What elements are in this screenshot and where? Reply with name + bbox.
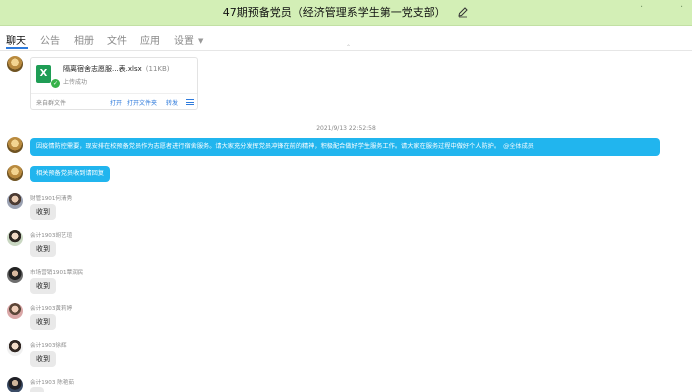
file-card[interactable]: X ✓ 隔离宿舍志愿服...表.xlsx (11KB) 上传成功 来自群文件 打开…: [30, 57, 198, 110]
avatar[interactable]: [7, 303, 23, 319]
avatar[interactable]: [7, 56, 23, 72]
message-bubble[interactable]: 收到: [30, 314, 56, 330]
file-name[interactable]: 隔离宿舍志愿服...表.xlsx: [63, 65, 142, 73]
sender-name[interactable]: 财管1901何清秀: [30, 194, 72, 202]
sender-name[interactable]: 会计1903胡艺瑄: [30, 231, 72, 239]
maximize-icon[interactable]: ·: [680, 2, 683, 13]
forward-link[interactable]: 转发: [166, 98, 178, 107]
divider: [31, 93, 197, 94]
message-timestamp: 2021/9/13 22:52:58: [316, 125, 376, 132]
tab-settings-label: 设置: [174, 36, 194, 47]
avatar[interactable]: [7, 267, 23, 283]
tab-chat[interactable]: 聊天: [6, 32, 26, 47]
file-size: (11KB): [145, 65, 170, 73]
message-bubble[interactable]: 收到: [30, 351, 56, 367]
checkmark-icon: ✓: [51, 79, 60, 88]
avatar[interactable]: [7, 193, 23, 209]
tab-settings[interactable]: 设置 ▼: [174, 32, 203, 47]
excel-file-icon: X: [36, 65, 51, 83]
mention-all[interactable]: @全体成员: [503, 143, 534, 150]
window-title-wrap: 47期预备党员（经济管理系学生第一党支部）: [0, 4, 692, 20]
tab-album[interactable]: 相册: [74, 32, 94, 47]
menu-icon[interactable]: [186, 99, 194, 105]
file-name-line: 隔离宿舍志愿服...表.xlsx (11KB): [63, 64, 170, 74]
file-source: 来自群文件: [36, 100, 67, 107]
avatar[interactable]: [7, 377, 23, 392]
tab-announcements[interactable]: 公告: [40, 32, 60, 47]
sender-name[interactable]: 会计1903徐辉: [30, 341, 67, 349]
active-tab-indicator: [6, 47, 28, 49]
avatar[interactable]: [7, 340, 23, 356]
chevron-down-icon: ▼: [198, 37, 204, 45]
scroll-marker: ⌃: [346, 44, 352, 51]
message-bubble[interactable]: [30, 387, 44, 392]
announcement-bubble[interactable]: 因疫情防控需要，现安排在校预备党员作为志愿者进行宿舍服务。请大家充分发挥党员冲锋…: [30, 138, 660, 156]
sender-name[interactable]: 市场营销1901覃润民: [30, 268, 83, 276]
edit-icon[interactable]: [457, 6, 469, 18]
window-title: 47期预备党员（经济管理系学生第一党支部）: [222, 6, 446, 19]
sender-name[interactable]: 会计1903 陈艳茹: [30, 378, 74, 386]
avatar[interactable]: [7, 165, 23, 181]
message-bubble[interactable]: 收到: [30, 278, 56, 294]
avatar[interactable]: [7, 230, 23, 246]
tab-files[interactable]: 文件: [107, 32, 127, 47]
announcement-text: 因疫情防控需要，现安排在校预备党员作为志愿者进行宿舍服务。请大家充分发挥党员冲锋…: [36, 143, 501, 150]
message-bubble[interactable]: 收到: [30, 241, 56, 257]
sender-name[interactable]: 会计1903黄莉婷: [30, 304, 72, 312]
tab-apps[interactable]: 应用: [140, 32, 160, 47]
avatar[interactable]: [7, 137, 23, 153]
prompt-bubble[interactable]: 相关预备党员收到请回复: [30, 166, 111, 182]
open-folder-link[interactable]: 打开文件夹: [127, 98, 157, 107]
message-bubble[interactable]: 收到: [30, 204, 56, 220]
open-link[interactable]: 打开: [110, 98, 122, 107]
upload-status: 上传成功: [63, 79, 88, 86]
minimize-icon[interactable]: ·: [640, 2, 643, 13]
title-bar: 47期预备党员（经济管理系学生第一党支部） · ·: [0, 0, 692, 26]
